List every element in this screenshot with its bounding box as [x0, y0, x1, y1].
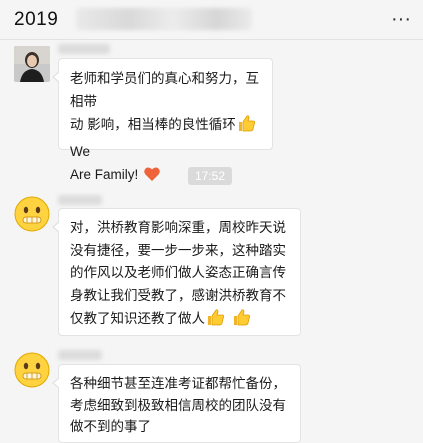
message-bubble[interactable]: 各种细节甚至连准考证都帮忙备份， 考虑细致到极致相信周校的团队没有 做不到的事了 [52, 364, 301, 443]
more-icon: ··· [391, 8, 411, 30]
avatar[interactable] [14, 196, 50, 232]
message-bubble[interactable]: 对，洪桥教育影响深重，周校昨天说 没有捷径，要一步一步来，这种踏实 的作风以及老… [52, 208, 301, 336]
silent-face-icon [14, 196, 50, 232]
message-line: 做不到的事了 [70, 419, 151, 434]
avatar[interactable] [14, 46, 50, 82]
chat-title-redacted [76, 8, 252, 30]
more-options-button[interactable]: ··· [387, 8, 415, 30]
message-line: 身教让我们受教了，感谢洪桥教育不 [70, 287, 286, 303]
thumbs-up-icon [232, 307, 252, 335]
thumbs-up-icon [206, 307, 226, 335]
sender-name-redacted [58, 195, 102, 205]
message-line: 的作风以及老师们做人姿态正确言传 [70, 265, 286, 280]
user-photo-avatar [14, 46, 50, 82]
avatar[interactable] [14, 352, 50, 388]
message-line: 仅教了知识还教了做人 [70, 307, 290, 335]
message-line: 对，洪桥教育影响深重，周校昨天说 [70, 220, 286, 235]
message-line: 各种细节甚至连准考证都帮忙备份， [70, 376, 286, 391]
sender-name-redacted [58, 350, 102, 360]
heart-icon [143, 165, 161, 190]
message-line: 老师和学员们的真心和努力，互相带 [70, 71, 259, 109]
chat-header: 2019 ··· [0, 0, 423, 40]
message-line: 考虑细致到极致相信周校的团队没有 [70, 397, 286, 413]
message-line: 动 影响，相当棒的良性循环We [70, 113, 262, 163]
message-line: 没有捷径，要一步一步来，这种踏实 [70, 242, 286, 258]
sender-name-redacted [58, 44, 110, 54]
message-bubble[interactable]: 老师和学员们的真心和努力，互相带 动 影响，相当棒的良性循环We Are Fam… [52, 58, 273, 182]
silent-face-icon [14, 352, 50, 388]
chat-title: 2019 [14, 9, 59, 30]
message-timestamp: 17:52 [188, 167, 232, 185]
thumbs-up-icon [237, 113, 257, 140]
message-line: Are Family! [70, 163, 262, 190]
